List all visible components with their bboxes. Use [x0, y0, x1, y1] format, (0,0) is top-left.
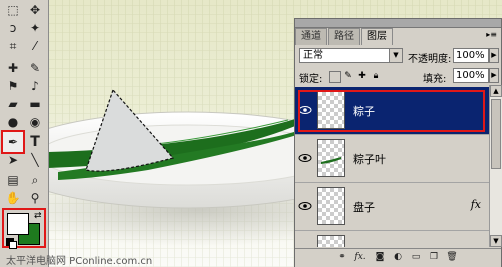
layers-list: 粽子 粽子叶 盘子 fx — [295, 85, 489, 247]
lock-pixels-icon[interactable]: ✎ — [343, 71, 353, 81]
path-selection-tool-icon[interactable]: ➤ — [3, 150, 23, 170]
visibility-eye-icon[interactable] — [298, 105, 312, 115]
color-swatches: ⇄ — [2, 208, 46, 249]
swap-colors-icon[interactable]: ⇄ — [34, 211, 42, 221]
layer-effects-icon[interactable]: fx — [471, 198, 481, 211]
blend-mode-value: 正常 — [303, 50, 323, 61]
layers-bottom-bar: ⚭ fx. ◙ ◐ ▭ ❐ 🗑︎ — [295, 248, 501, 267]
layer-thumbnail — [317, 139, 345, 177]
hand-tool-icon[interactable]: ✋ — [3, 188, 23, 208]
layer-row-zongzi-leaf[interactable]: 粽子叶 — [295, 135, 489, 183]
lock-transparency-icon[interactable] — [329, 71, 341, 83]
chevron-down-icon: ▼ — [389, 49, 402, 62]
eraser-tool-icon[interactable]: ▰ — [3, 94, 23, 114]
adjustment-layer-icon[interactable]: ◐ — [391, 251, 405, 264]
fill-input[interactable]: 100% — [453, 68, 489, 83]
blur-tool-icon[interactable]: ● — [3, 112, 23, 132]
fill-label: 填充: — [423, 74, 447, 85]
zoom-tool-icon[interactable]: ⚲ — [25, 188, 45, 208]
scroll-down-icon[interactable]: ▼ — [490, 235, 502, 247]
opacity-label: 不透明度: — [408, 54, 452, 65]
pen-tool-icon[interactable]: ✒ — [1, 130, 25, 154]
lock-row: 锁定: ✎ ✚ 🔒︎ 填充: 100% ▶ — [295, 66, 501, 86]
layer-thumbnail — [317, 235, 345, 247]
visibility-eye-icon[interactable] — [298, 153, 312, 163]
tab-paths[interactable]: 路径 — [328, 28, 360, 45]
stamp-tool-icon[interactable]: ⚑ — [3, 76, 23, 96]
gradient-tool-icon[interactable]: ▬ — [25, 94, 45, 114]
layer-name: 盘子 — [353, 201, 375, 214]
lock-label: 锁定: — [299, 74, 323, 85]
foreground-color-swatch[interactable] — [7, 213, 29, 235]
new-layer-icon[interactable]: ❐ — [427, 251, 441, 264]
dodge-tool-icon[interactable]: ◉ — [25, 112, 45, 132]
scroll-thumb[interactable] — [491, 99, 501, 169]
eyedropper-tool-icon[interactable]: ⌕ — [25, 170, 45, 190]
fill-slider-arrow-icon[interactable]: ▶ — [489, 68, 499, 83]
layers-scrollbar[interactable]: ▲ ▼ — [489, 85, 502, 247]
layer-name: 粽子叶 — [353, 153, 386, 166]
link-layers-icon[interactable]: ⚭ — [335, 251, 349, 264]
delete-layer-icon[interactable]: 🗑︎ — [445, 251, 459, 264]
add-mask-icon[interactable]: ◙ — [373, 251, 387, 264]
layer-thumbnail — [317, 187, 345, 225]
blend-row: 正常 ▼ 不透明度: 100% ▶ — [295, 46, 501, 66]
tab-layers[interactable]: 图层 — [361, 28, 393, 45]
crop-tool-icon[interactable]: ⌗ — [3, 36, 23, 56]
panel-menu-icon[interactable]: ▸≡ — [486, 30, 497, 39]
add-layer-style-icon[interactable]: fx. — [353, 251, 367, 264]
scroll-up-icon[interactable]: ▲ — [490, 85, 502, 97]
layer-row-zongzi[interactable]: 粽子 — [295, 87, 489, 135]
type-tool-icon[interactable]: T — [25, 132, 45, 152]
marquee-tool-icon[interactable]: ⬚ — [3, 0, 23, 20]
line-tool-icon[interactable]: ╲ — [25, 150, 45, 170]
lasso-tool-icon[interactable]: ↄ — [3, 18, 23, 38]
opacity-slider-arrow-icon[interactable]: ▶ — [489, 48, 499, 63]
move-tool-icon[interactable]: ✥ — [25, 0, 45, 20]
notes-tool-icon[interactable]: ▤ — [3, 170, 23, 190]
layer-row-partial[interactable] — [295, 231, 489, 247]
layer-name: 粽子 — [353, 105, 375, 118]
visibility-eye-icon[interactable] — [298, 201, 312, 211]
lock-all-icon[interactable]: 🔒︎ — [371, 71, 381, 81]
watermark-text: 太平洋电脑网 PConline.com.cn — [6, 256, 153, 267]
healing-brush-tool-icon[interactable]: ✚ — [3, 58, 23, 78]
panel-tabs: 通道 路径 图层 — [295, 28, 394, 45]
tab-channels[interactable]: 通道 — [295, 28, 327, 45]
layer-row-plate[interactable]: 盘子 fx — [295, 183, 489, 231]
toolbox: ⬚ ✥ ↄ ✦ ⌗ ⁄ ✚ ✎ ⚑ ♪ ▰ ▬ ● ◉ ✒ T ➤ ╲ ▤ ⌕ … — [0, 0, 49, 267]
brush-tool-icon[interactable]: ✎ — [25, 58, 45, 78]
new-group-icon[interactable]: ▭ — [409, 251, 423, 264]
magic-wand-tool-icon[interactable]: ✦ — [25, 18, 45, 38]
default-colors-icon[interactable] — [6, 238, 17, 249]
history-brush-tool-icon[interactable]: ♪ — [25, 76, 45, 96]
slice-tool-icon[interactable]: ⁄ — [25, 36, 45, 56]
layer-thumbnail — [317, 91, 345, 129]
layers-panel: 通道 路径 图层 ▸≡ 正常 ▼ 不透明度: 100% ▶ 锁定: ✎ ✚ 🔒︎… — [294, 18, 502, 267]
opacity-input[interactable]: 100% — [453, 48, 489, 63]
panel-title-bar[interactable] — [295, 19, 501, 28]
blend-mode-select[interactable]: 正常 ▼ — [299, 48, 403, 63]
lock-position-icon[interactable]: ✚ — [357, 71, 367, 81]
